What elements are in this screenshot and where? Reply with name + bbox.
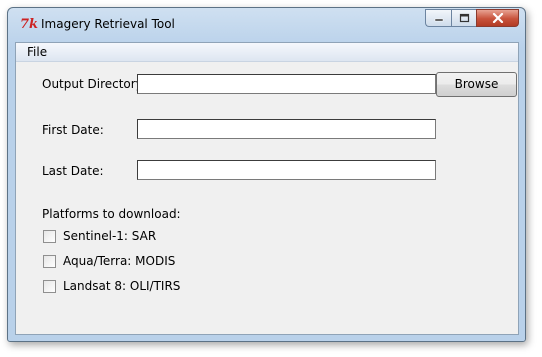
platform-modis-option[interactable]: Aqua/Terra: MODIS	[43, 254, 175, 268]
output-directory-field[interactable]	[137, 74, 436, 94]
sentinel1-checkbox[interactable]	[43, 229, 56, 243]
close-button[interactable]	[476, 9, 519, 27]
modis-checkbox[interactable]	[43, 254, 56, 268]
platforms-heading: Platforms to download:	[42, 207, 181, 221]
sentinel1-label: Sentinel-1: SAR	[63, 229, 157, 243]
browse-button[interactable]: Browse	[436, 72, 517, 97]
last-date-label: Last Date:	[42, 164, 104, 178]
minimize-icon	[434, 18, 443, 22]
window-title: Imagery Retrieval Tool	[41, 17, 175, 31]
maximize-button[interactable]	[451, 9, 476, 27]
minimize-button[interactable]	[425, 9, 451, 27]
window-controls	[425, 9, 519, 27]
platform-landsat8-option[interactable]: Landsat 8: OLI/TIRS	[43, 279, 180, 293]
first-date-field[interactable]	[137, 119, 436, 139]
last-date-field[interactable]	[137, 160, 436, 180]
modis-label: Aqua/Terra: MODIS	[63, 254, 176, 268]
platform-sentinel1-option[interactable]: Sentinel-1: SAR	[43, 229, 156, 243]
client-area: File Output Directory: Browse First Date…	[15, 42, 519, 335]
menu-file[interactable]: File	[27, 45, 47, 59]
landsat8-checkbox[interactable]	[43, 279, 56, 293]
maximize-icon	[459, 13, 469, 23]
menu-bar: File	[16, 43, 518, 62]
output-directory-label: Output Directory:	[42, 77, 146, 91]
title-bar[interactable]: 7k Imagery Retrieval Tool	[8, 8, 525, 40]
close-icon	[492, 13, 503, 23]
tk-feather-icon: 7k	[20, 17, 39, 32]
first-date-label: First Date:	[42, 123, 104, 137]
app-window: 7k Imagery Retrieval Tool File Output Di…	[7, 7, 526, 342]
landsat8-label: Landsat 8: OLI/TIRS	[63, 279, 181, 293]
